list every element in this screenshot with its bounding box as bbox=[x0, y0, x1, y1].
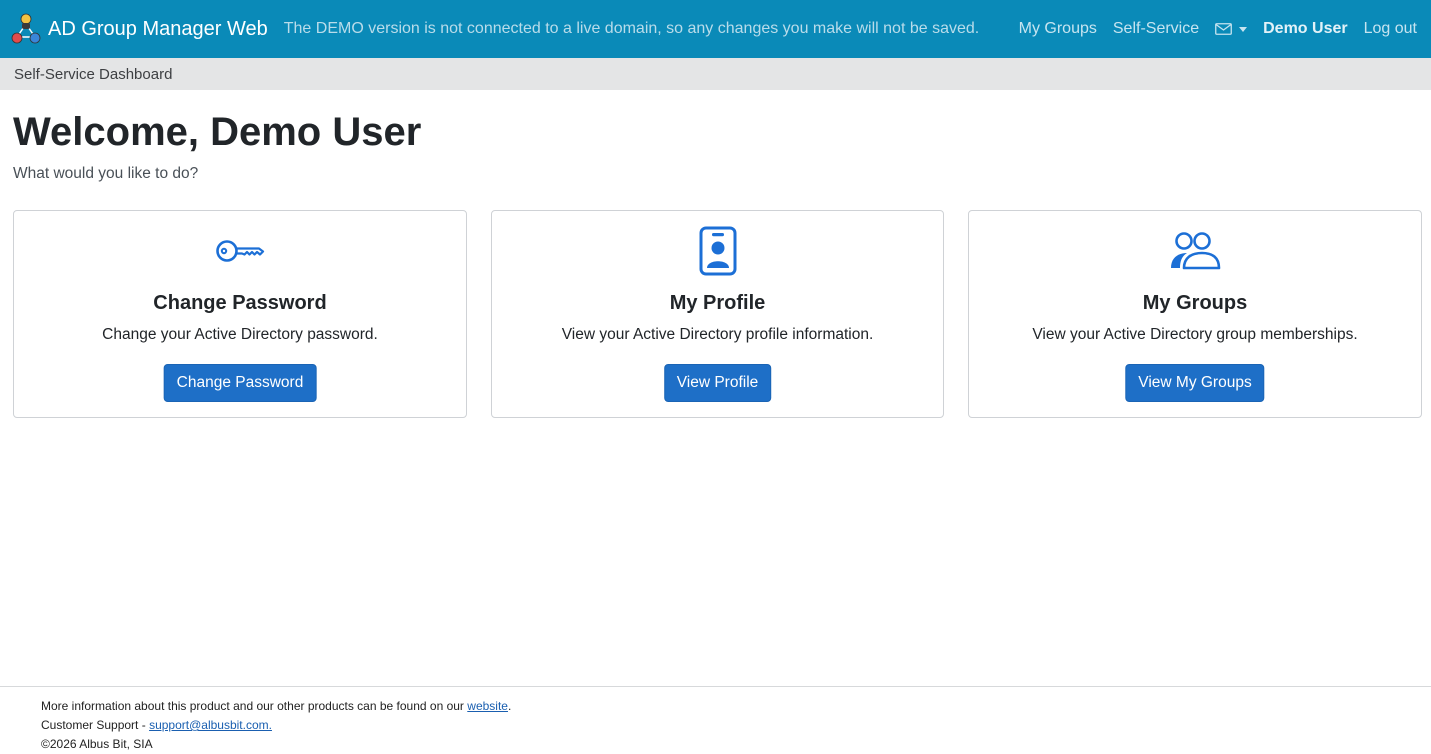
demo-notice: The DEMO version is not connected to a l… bbox=[283, 20, 980, 37]
group-network-logo bbox=[11, 13, 41, 44]
card-title: Change Password bbox=[153, 292, 327, 314]
footer-support-text: Customer Support - bbox=[41, 718, 146, 732]
footer-info-text: More information about this product and … bbox=[41, 699, 464, 713]
change-password-card: Change Password Change your Active Direc… bbox=[13, 210, 467, 418]
my-profile-card: My Profile View your Active Directory pr… bbox=[491, 210, 944, 418]
envelope-icon bbox=[1215, 23, 1233, 35]
my-groups-card: My Groups View your Active Directory gro… bbox=[968, 210, 1422, 418]
footer-info-suffix: . bbox=[507, 699, 512, 713]
page-subtitle: What would you like to do? bbox=[13, 165, 199, 182]
messages-dropdown-toggle[interactable] bbox=[1215, 23, 1248, 35]
card-text: Change your Active Directory password. bbox=[102, 326, 378, 343]
navbar-right-menu: My Groups Self-Service Demo User Log out bbox=[1003, 0, 1417, 58]
card-text: View your Active Directory profile infor… bbox=[561, 326, 874, 343]
brand-name: AD Group Manager Web bbox=[48, 17, 268, 40]
nav-user-link[interactable]: Demo User bbox=[1263, 20, 1347, 38]
brand-home-link[interactable]: AD Group Manager Web bbox=[0, 0, 268, 58]
support-email-link[interactable]: support@albusbit.com. bbox=[149, 718, 272, 732]
nav-self-service-link[interactable]: Self-Service bbox=[1113, 20, 1199, 38]
card-text: View your Active Directory group members… bbox=[1032, 326, 1358, 343]
footer-copyright: ©2026 Albus Bit, SIA bbox=[41, 737, 153, 751]
card-title: My Groups bbox=[1142, 292, 1248, 314]
website-link[interactable]: website bbox=[467, 699, 508, 713]
page-title: Welcome, Demo User bbox=[13, 110, 422, 154]
card-title: My Profile bbox=[669, 292, 766, 314]
key-icon bbox=[216, 240, 265, 262]
nav-logout-link[interactable]: Log out bbox=[1364, 20, 1417, 38]
view-my-groups-button[interactable]: View My Groups bbox=[1125, 364, 1265, 402]
change-password-button[interactable]: Change Password bbox=[163, 364, 317, 402]
view-profile-button[interactable]: View Profile bbox=[663, 364, 772, 402]
footer-info-line: More information about this product and … bbox=[41, 697, 1431, 716]
breadcrumb: Self-Service Dashboard bbox=[0, 58, 1431, 90]
people-icon bbox=[1171, 232, 1221, 270]
top-navbar: AD Group Manager Web The DEMO version is… bbox=[0, 0, 1431, 58]
nav-my-groups-link[interactable]: My Groups bbox=[1019, 20, 1097, 38]
footer-support-line: Customer Support - support@albusbit.com. bbox=[41, 716, 1431, 735]
person-badge-icon bbox=[699, 226, 736, 276]
breadcrumb-current: Self-Service Dashboard bbox=[14, 65, 173, 83]
footer: More information about this product and … bbox=[0, 686, 1431, 754]
caret-down-icon bbox=[1239, 26, 1248, 32]
